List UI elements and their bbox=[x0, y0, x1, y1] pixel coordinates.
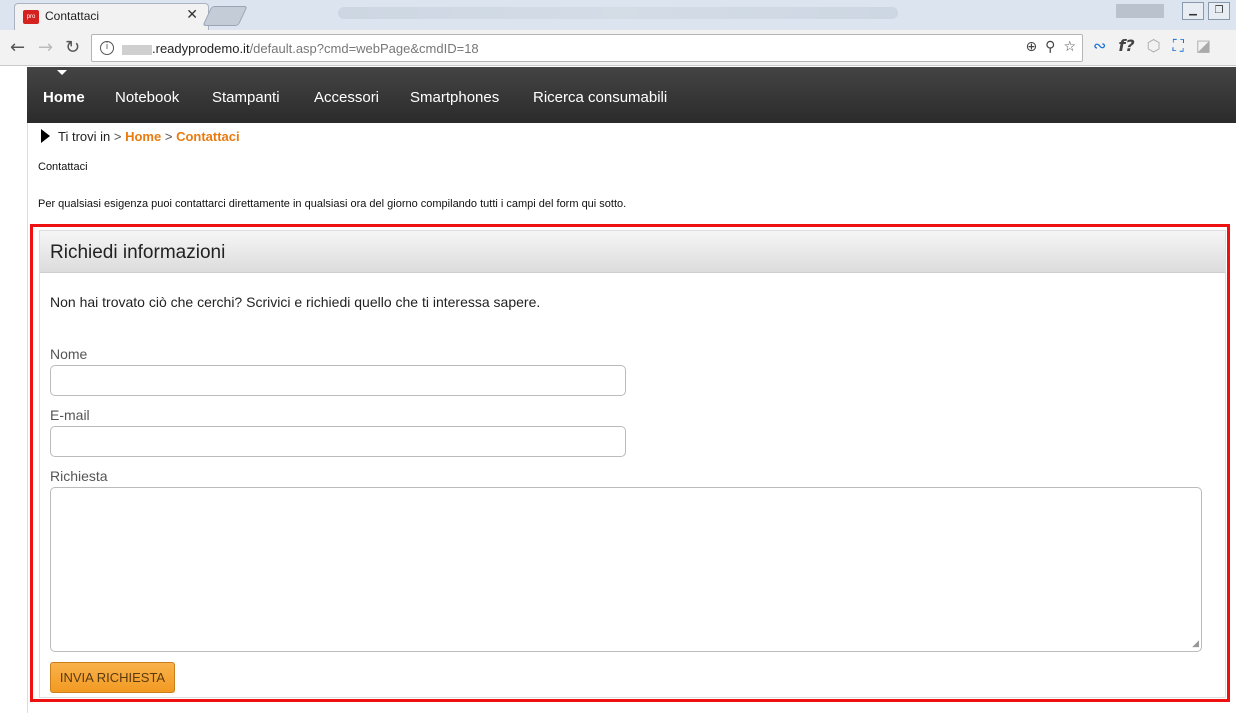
tab-title: Contattaci bbox=[45, 9, 100, 23]
extension-wave-icon[interactable]: ∾ bbox=[1093, 36, 1106, 56]
url-path: /default.asp?cmd=webPage&cmdID=18 bbox=[249, 41, 479, 56]
nav-stampanti[interactable]: Stampanti bbox=[212, 89, 280, 106]
nav-home[interactable]: Home bbox=[43, 89, 85, 106]
forward-icon[interactable]: → bbox=[38, 37, 53, 58]
window-titlebar: pro Contattaci ✕ ▁ ❐ bbox=[0, 0, 1236, 30]
reload-icon[interactable]: ↻ bbox=[65, 37, 80, 58]
info-icon[interactable]: i bbox=[100, 41, 114, 55]
name-label: Nome bbox=[50, 346, 88, 362]
extension-pdf-icon[interactable]: ◪ bbox=[1196, 36, 1211, 56]
name-field[interactable] bbox=[50, 365, 626, 396]
window-controls: ▁ ❐ bbox=[1182, 2, 1230, 20]
request-label: Richiesta bbox=[50, 468, 108, 484]
minimize-icon[interactable]: ▁ bbox=[1182, 2, 1204, 20]
browser-tab[interactable]: pro Contattaci ✕ bbox=[14, 3, 209, 30]
browser-toolbar: ← → ↻ i .readyprodemo.it/default.asp?cmd… bbox=[0, 30, 1236, 66]
contact-form-panel: Richiedi informazioni Non hai trovato ci… bbox=[39, 230, 1226, 698]
submit-button[interactable]: INVIA RICHIESTA bbox=[50, 662, 175, 693]
new-tab-button[interactable] bbox=[202, 6, 248, 26]
form-heading: Richiedi informazioni bbox=[50, 242, 226, 263]
email-field[interactable] bbox=[50, 426, 626, 457]
close-tab-icon[interactable]: ✕ bbox=[186, 7, 198, 23]
page-content: Home Notebook Stampanti Accessori Smartp… bbox=[0, 67, 1236, 713]
email-label: E-mail bbox=[50, 407, 90, 423]
breadcrumb-arrow-icon bbox=[41, 129, 50, 143]
nav-accessori[interactable]: Accessori bbox=[314, 89, 379, 106]
back-icon[interactable]: ← bbox=[10, 37, 25, 58]
breadcrumb-separator: > bbox=[113, 129, 122, 144]
extension-function-icon[interactable]: f? bbox=[1118, 36, 1134, 56]
profile-avatar[interactable] bbox=[1116, 4, 1164, 18]
url-text: .readyprodemo.it/default.asp?cmd=webPage… bbox=[122, 41, 479, 56]
nav-ricerca-consumabili[interactable]: Ricerca consumabili bbox=[533, 89, 667, 106]
breadcrumb-home-link[interactable]: Home bbox=[125, 129, 161, 144]
page-left-border bbox=[27, 67, 28, 713]
address-bar[interactable]: i .readyprodemo.it/default.asp?cmd=webPa… bbox=[91, 34, 1083, 62]
breadcrumb-separator: > bbox=[164, 129, 173, 144]
bookmark-star-icon[interactable]: ☆ bbox=[1063, 39, 1076, 55]
extension-screenshot-icon[interactable]: ⛶ bbox=[1173, 36, 1184, 56]
blurred-subdomain bbox=[122, 44, 152, 55]
active-caret-icon bbox=[57, 70, 67, 75]
pin-icon[interactable]: ⚲ bbox=[1045, 39, 1055, 55]
nav-notebook[interactable]: Notebook bbox=[115, 89, 179, 106]
extension-hexagon-icon[interactable]: ⬡ bbox=[1147, 36, 1161, 56]
main-navbar: Home Notebook Stampanti Accessori Smartp… bbox=[27, 67, 1236, 123]
favicon-icon: pro bbox=[23, 10, 39, 24]
breadcrumb-current-link[interactable]: Contattaci bbox=[176, 129, 240, 144]
form-description: Non hai trovato ciò che cerchi? Scrivici… bbox=[50, 294, 541, 310]
nav-smartphones[interactable]: Smartphones bbox=[410, 89, 499, 106]
blurred-window-title bbox=[338, 7, 898, 19]
url-host: .readyprodemo.it bbox=[152, 41, 250, 56]
breadcrumb-prefix: Ti trovi in bbox=[58, 129, 111, 144]
restore-icon[interactable]: ❐ bbox=[1208, 2, 1230, 20]
page-title: Contattaci bbox=[38, 161, 88, 173]
panel-header: Richiedi informazioni bbox=[40, 231, 1225, 273]
intro-text: Per qualsiasi esigenza puoi contattarci … bbox=[38, 198, 627, 210]
breadcrumb: Ti trovi in > Home > Contattaci bbox=[41, 129, 240, 144]
request-textarea[interactable]: ◢ bbox=[50, 487, 1202, 652]
zoom-icon[interactable]: ⊕ bbox=[1025, 39, 1037, 55]
resize-handle-icon[interactable]: ◢ bbox=[1192, 639, 1199, 649]
